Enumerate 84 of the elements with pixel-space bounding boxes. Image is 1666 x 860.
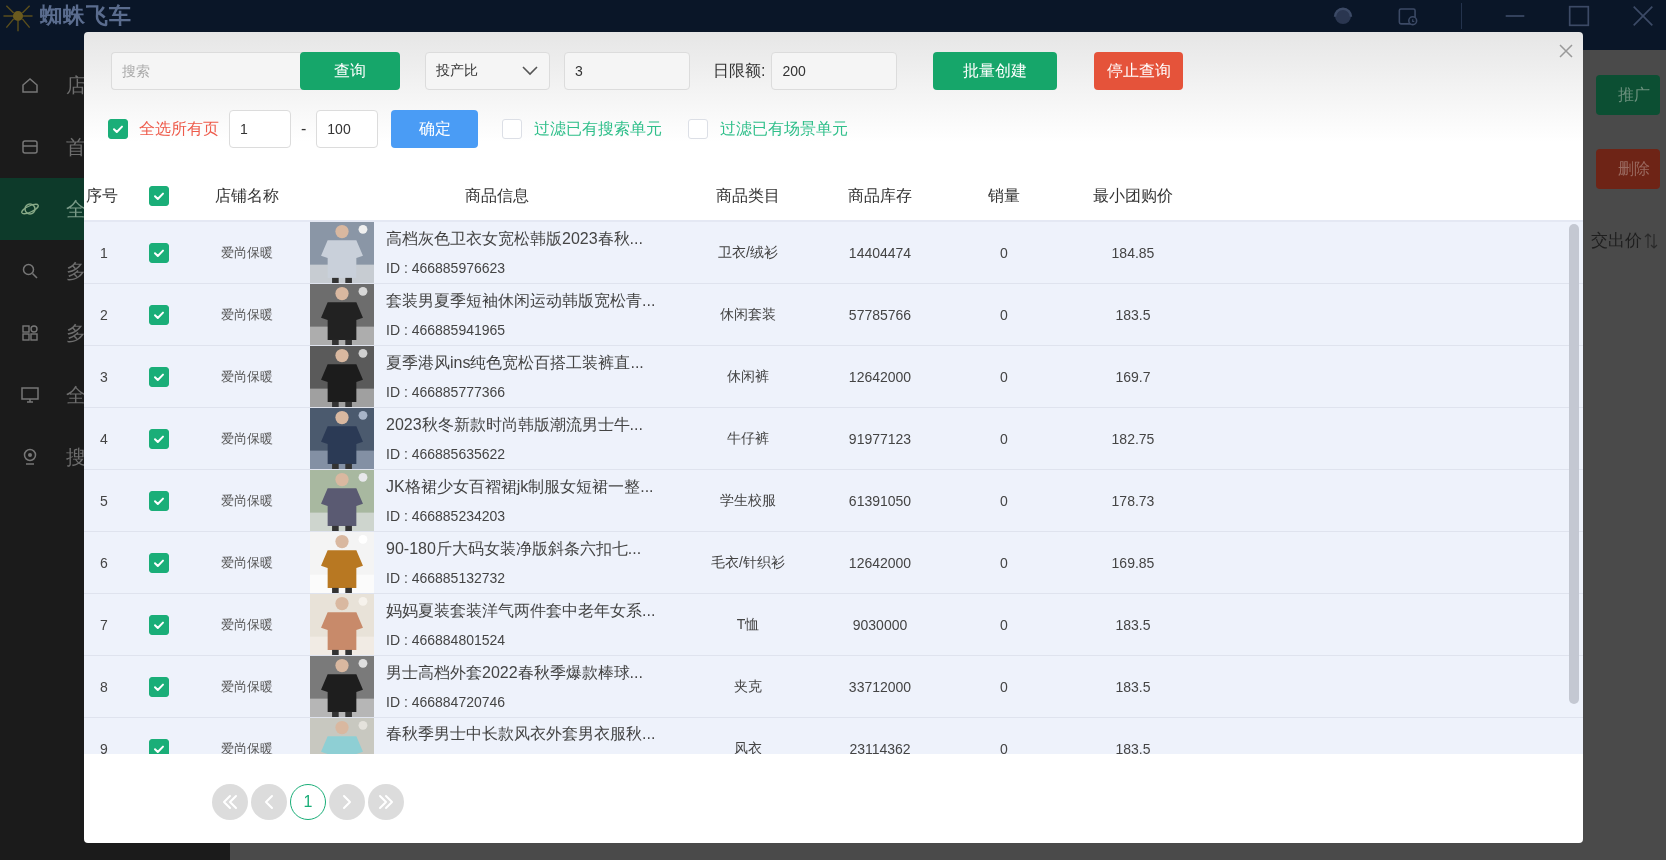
stock-cell: 57785766 (848, 306, 912, 323)
product-title: 2023秋冬新款时尚韩版潮流男士牛... (386, 415, 644, 435)
row-number: 7 (99, 616, 108, 633)
stock-cell: 12642000 (848, 368, 912, 385)
product-title: 90-180斤大码女装净版斜条六扣七... (386, 539, 643, 559)
price-cell: 183.5 (1115, 740, 1151, 754)
range-separator: - (301, 120, 307, 138)
category-cell: 休闲裤 (727, 367, 769, 386)
product-id: ID : 466884720746 (386, 694, 507, 710)
row-number: 5 (99, 492, 108, 509)
column-header: 序号 (85, 185, 118, 206)
sales-cell: 0 (1000, 740, 1008, 754)
sales-cell: 0 (1000, 430, 1008, 447)
price-cell: 169.85 (1111, 554, 1155, 571)
category-cell: 学生校服 (720, 491, 776, 510)
product-title: 夏季港风ins纯色宽松百搭工装裤直... (386, 353, 645, 373)
category-cell: 夹克 (734, 677, 762, 696)
checkbox-label: 全选所有页 (139, 118, 219, 139)
row-number: 4 (99, 430, 108, 447)
column-header: 销量 (988, 185, 1020, 206)
product-id: ID : 466885941965 (386, 322, 507, 338)
stock-cell: 14404474 (848, 244, 912, 261)
row-number: 9 (99, 740, 108, 754)
product-id: ID : 466885132732 (386, 570, 507, 586)
price-cell: 183.5 (1115, 678, 1151, 695)
sales-cell: 0 (1000, 678, 1008, 695)
price-cell: 183.5 (1115, 616, 1151, 633)
category-cell: 毛衣/针织衫 (711, 553, 785, 572)
sales-cell: 0 (1000, 306, 1008, 323)
shop-name: 爱尚保暖 (221, 677, 273, 696)
price-cell: 178.73 (1111, 492, 1155, 509)
shop-name: 爱尚保暖 (221, 429, 273, 448)
field-label: 日限额: (713, 60, 766, 81)
category-cell: 卫衣/绒衫 (718, 243, 778, 262)
app-logo-text: 蜘蛛飞车 (40, 3, 132, 29)
stock-cell: 23114362 (849, 740, 911, 754)
product-id: ID : 466885777366 (386, 384, 507, 400)
category-cell: 休闲套装 (720, 305, 776, 324)
product-id: ID : 466885234203 (386, 508, 507, 524)
sales-cell: 0 (1000, 616, 1008, 633)
sales-cell: 0 (1000, 368, 1008, 385)
stock-cell: 61391050 (848, 492, 912, 509)
product-title: 春秋季男士中长款风衣外套男衣服秋... (386, 724, 657, 744)
product-title: JK格裙少女百褶裙jk制服女短裙一整... (386, 477, 655, 497)
stock-cell: 91977123 (848, 430, 912, 447)
product-id: ID : 466884801524 (386, 632, 507, 648)
shop-name: 爱尚保暖 (221, 615, 273, 634)
checkbox-label: 过滤已有场景单元 (720, 118, 849, 139)
shop-name: 爱尚保暖 (221, 553, 273, 572)
price-cell: 184.85 (1111, 244, 1155, 261)
row-number: 8 (99, 678, 108, 695)
row-number: 1 (99, 244, 108, 261)
product-title: 套装男夏季短袖休闲运动韩版宽松青... (386, 291, 657, 311)
product-title: 高档灰色卫衣女宽松韩版2023春秋... (386, 229, 644, 249)
stock-cell: 33712000 (848, 678, 912, 695)
shop-name: 爱尚保暖 (221, 491, 273, 510)
stock-cell: 12642000 (848, 554, 912, 571)
product-id: ID : 466885976623 (386, 260, 507, 276)
column-header: 最小团购价 (1093, 185, 1173, 206)
category-cell: 风衣 (734, 739, 762, 754)
price-cell: 182.75 (1111, 430, 1155, 447)
product-title: 妈妈夏装套装洋气两件套中老年女系... (386, 601, 657, 621)
column-header: 商品信息 (465, 185, 529, 206)
shop-name: 爱尚保暖 (221, 243, 273, 262)
stock-cell: 9030000 (852, 616, 908, 633)
sales-cell: 0 (1000, 244, 1008, 261)
category-cell: 牛仔裤 (727, 429, 769, 448)
row-number: 2 (99, 306, 108, 323)
column-header: 商品类目 (716, 185, 780, 206)
column-header: 店铺名称 (215, 185, 279, 206)
row-number: 3 (99, 368, 108, 385)
shop-name: 爱尚保暖 (221, 367, 273, 386)
price-cell: 183.5 (1115, 306, 1151, 323)
product-title: 男士高档外套2022春秋季爆款棒球... (386, 663, 644, 683)
shop-name: 爱尚保暖 (221, 739, 273, 754)
product-id: ID : 466885635622 (386, 446, 507, 462)
shop-name: 爱尚保暖 (221, 305, 273, 324)
sales-cell: 0 (1000, 492, 1008, 509)
category-cell: T恤 (736, 615, 760, 634)
checkbox-label: 过滤已有搜索单元 (534, 118, 663, 139)
row-number: 6 (99, 554, 108, 571)
column-header: 商品库存 (848, 185, 912, 206)
sales-cell: 0 (1000, 554, 1008, 571)
price-cell: 169.7 (1115, 368, 1151, 385)
